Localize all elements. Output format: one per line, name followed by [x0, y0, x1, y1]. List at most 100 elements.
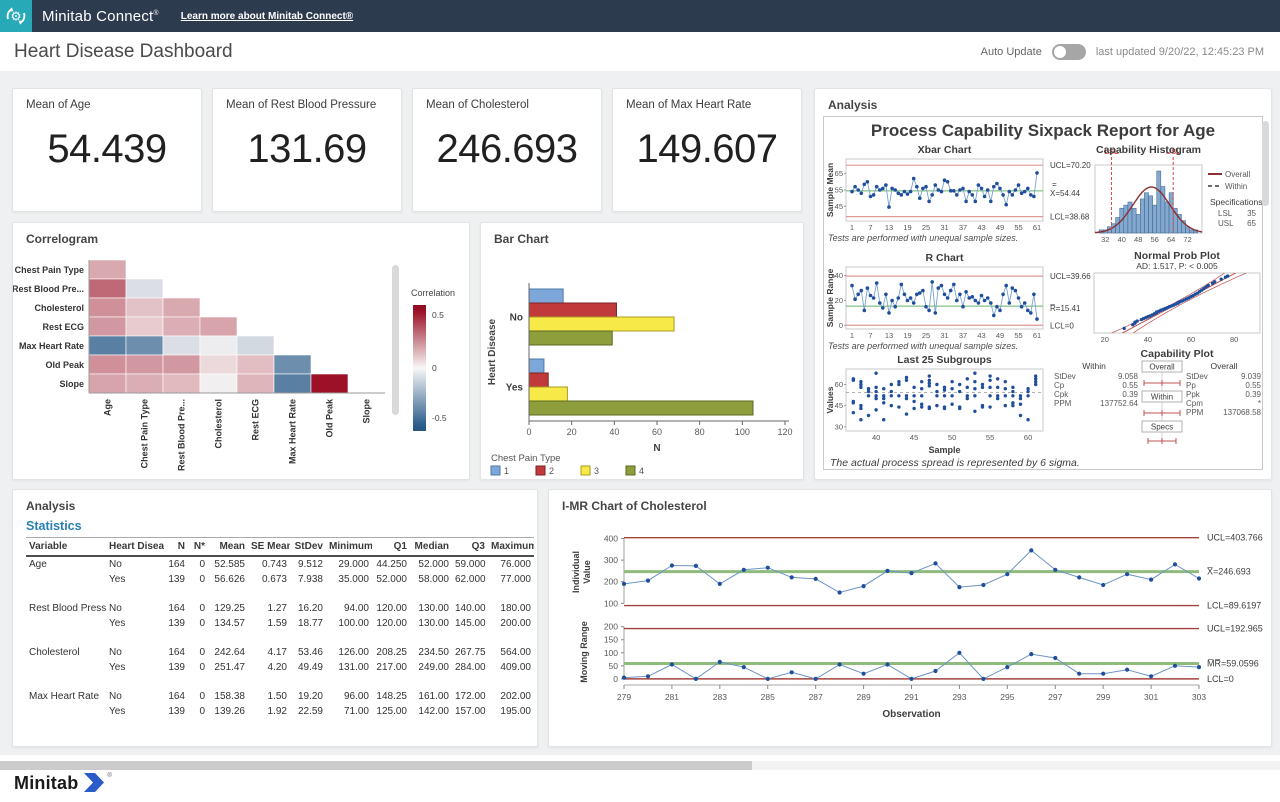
column-header: Maximum — [488, 538, 534, 557]
svg-text:0.39: 0.39 — [1245, 390, 1261, 399]
svg-text:UCL=192.965: UCL=192.965 — [1207, 624, 1263, 634]
svg-text:Ppk: Ppk — [1186, 390, 1201, 399]
statistics-section-link[interactable]: Statistics — [26, 519, 537, 533]
svg-text:37: 37 — [959, 223, 967, 232]
svg-text:The actual process spread is r: The actual process spread is represented… — [830, 457, 1080, 469]
svg-text:100: 100 — [735, 427, 750, 437]
last-updated-text: last updated 9/20/22, 12:45:23 PM — [1096, 46, 1264, 58]
svg-text:Within: Within — [1225, 182, 1247, 191]
svg-text:50: 50 — [948, 433, 956, 442]
column-header: Q3 — [452, 538, 488, 557]
svg-text:1: 1 — [504, 466, 509, 476]
footer-brand-text: Minitab — [14, 773, 78, 794]
correlogram-scrollbar-thumb[interactable] — [392, 265, 399, 415]
svg-text:281: 281 — [665, 692, 679, 702]
svg-text:Within: Within — [1082, 361, 1106, 371]
svg-text:289: 289 — [856, 692, 870, 702]
svg-text:Sample Range: Sample Range — [825, 268, 835, 327]
svg-text:64: 64 — [1167, 235, 1175, 244]
svg-text:9.039: 9.039 — [1241, 372, 1262, 381]
svg-text:100: 100 — [604, 648, 618, 658]
svg-text:0: 0 — [432, 363, 437, 373]
auto-update-toggle[interactable] — [1052, 44, 1086, 60]
svg-text:35: 35 — [1247, 209, 1256, 218]
svg-text:R Chart: R Chart — [926, 252, 964, 264]
svg-text:72: 72 — [1183, 235, 1191, 244]
bar-chart: NoYes020406080100120NHeart DiseaseChest … — [481, 249, 801, 477]
svg-text:37: 37 — [959, 331, 967, 340]
column-header: N* — [188, 538, 208, 557]
card-mean-age: Mean of Age 54.439 — [12, 88, 202, 212]
toggle-knob — [1054, 46, 1066, 58]
svg-text:LCL=0: LCL=0 — [1207, 674, 1234, 684]
svg-text:30: 30 — [835, 422, 843, 431]
learn-more-link[interactable]: Learn more about Minitab Connect® — [181, 11, 353, 22]
svg-text:0: 0 — [613, 674, 618, 684]
svg-text:Xbar Chart: Xbar Chart — [918, 144, 972, 156]
imr-chart: 100200300400UCL=403.766X̅=246.693LCL=89.… — [549, 514, 1269, 742]
svg-text:1: 1 — [850, 223, 854, 232]
horizontal-scrollbar[interactable] — [0, 761, 1280, 770]
sync-gear-icon: ⚙ — [4, 4, 28, 28]
minitab-connect-logo[interactable]: ⚙ — [0, 0, 32, 32]
svg-text:Slope: Slope — [362, 399, 372, 424]
svg-text:Cpm: Cpm — [1186, 399, 1203, 408]
svg-text:R̅=15.41: R̅=15.41 — [1050, 304, 1081, 313]
svg-text:43: 43 — [977, 331, 985, 340]
svg-text:1: 1 — [850, 331, 854, 340]
table-row: AgeNo164052.5850.7439.51229.00044.25052.… — [26, 556, 534, 572]
svg-text:49: 49 — [996, 223, 1004, 232]
svg-text:Specs: Specs — [1151, 423, 1173, 432]
svg-text:40: 40 — [872, 433, 880, 442]
svg-text:N: N — [653, 443, 660, 454]
card-value: 54.439 — [13, 127, 201, 172]
svg-text:13: 13 — [885, 331, 893, 340]
svg-text:StDev: StDev — [1186, 372, 1208, 381]
panel-analysis-sixpack: Analysis Process Capability Sixpack Repo… — [814, 88, 1272, 480]
svg-text:48: 48 — [1134, 235, 1142, 244]
card-label: Mean of Cholesterol — [413, 89, 601, 111]
brand-title: Minitab Connect® — [42, 8, 159, 25]
svg-text:Pp: Pp — [1186, 381, 1196, 390]
svg-text:301: 301 — [1144, 692, 1158, 702]
svg-text:40: 40 — [1118, 235, 1126, 244]
page-title: Heart Disease Dashboard — [14, 41, 233, 63]
column-header: Variable — [26, 538, 106, 557]
table-row: Max Heart RateNo1640158.381.5019.2096.00… — [26, 689, 534, 704]
svg-text:56: 56 — [1151, 235, 1159, 244]
svg-text:25: 25 — [922, 223, 930, 232]
svg-text:60: 60 — [1024, 433, 1032, 442]
svg-text:LCL=89.6197: LCL=89.6197 — [1207, 601, 1261, 611]
card-label: Mean of Age — [13, 89, 201, 111]
card-value: 149.607 — [613, 127, 801, 172]
horizontal-scrollbar-thumb[interactable] — [0, 761, 752, 770]
svg-text:Sample: Sample — [928, 445, 960, 455]
svg-text:X=54.44: X=54.44 — [1050, 189, 1081, 198]
svg-text:=: = — [1052, 180, 1057, 189]
panel-title: Analysis — [815, 89, 1271, 112]
svg-text:Rest Blood Pre...: Rest Blood Pre... — [177, 399, 187, 471]
svg-text:55: 55 — [835, 186, 843, 195]
svg-text:LSL: LSL — [1218, 209, 1233, 218]
svg-text:Correlation: Correlation — [411, 288, 455, 298]
svg-text:Observation: Observation — [882, 709, 940, 720]
svg-text:StDev: StDev — [1054, 372, 1076, 381]
vertical-scrollbar-thumb[interactable] — [1262, 121, 1269, 206]
svg-text:45: 45 — [835, 401, 843, 410]
table-row: CholesterolNo1640242.644.1753.46126.0020… — [26, 645, 534, 660]
svg-text:200: 200 — [604, 622, 618, 632]
svg-text:Sample Mean: Sample Mean — [825, 163, 835, 217]
card-mean-max-hr: Mean of Max Heart Rate 149.607 — [612, 88, 802, 212]
svg-text:3: 3 — [594, 466, 599, 476]
svg-text:Moving Range: Moving Range — [579, 621, 589, 683]
svg-text:61: 61 — [1033, 223, 1041, 232]
panel-correlogram: Correlogram Chest Pain TypeRest Blood Pr… — [12, 222, 470, 480]
svg-text:40: 40 — [1144, 335, 1152, 344]
panel-title: I-MR Chart of Cholesterol — [549, 490, 1271, 513]
svg-text:M̅R̅=59.0596: M̅R̅=59.0596 — [1207, 658, 1259, 668]
svg-text:7: 7 — [868, 223, 872, 232]
card-value: 131.69 — [213, 127, 401, 172]
svg-text:293: 293 — [952, 692, 966, 702]
svg-text:Max Heart Rate: Max Heart Rate — [19, 341, 84, 351]
svg-text:PPM: PPM — [1054, 399, 1072, 408]
